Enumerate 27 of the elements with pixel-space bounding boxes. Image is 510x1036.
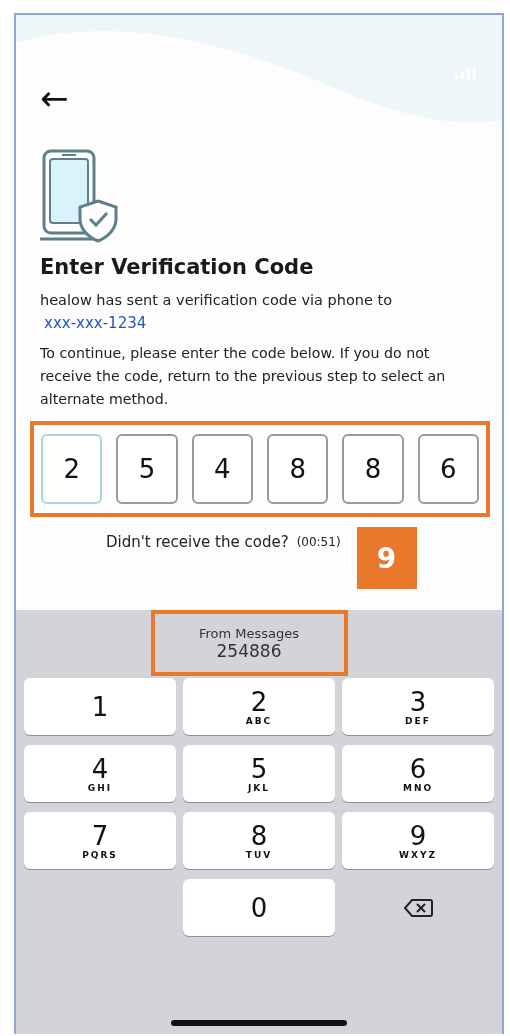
keypad-key[interactable]: 6 MNO xyxy=(342,745,494,802)
phone-number: xxx-xxx-1234 xyxy=(44,314,148,332)
code-digit-field[interactable]: 4 xyxy=(191,434,253,504)
keypad-key[interactable]: 5 JKL xyxy=(183,745,335,802)
keypad-key[interactable]: 4 GHI xyxy=(24,745,176,802)
back-button[interactable]: ← xyxy=(40,81,69,115)
step-badge: 9 xyxy=(356,527,417,589)
keypad-key[interactable]: 2 ABC xyxy=(183,678,335,735)
code-digit-field[interactable]: 2 xyxy=(41,434,103,504)
code-digit-field[interactable]: 8 xyxy=(342,434,404,504)
code-digit-field[interactable]: 6 xyxy=(417,434,479,504)
countdown-timer: (00:51) xyxy=(296,535,341,549)
keypad-key[interactable]: 7 PQRS xyxy=(24,812,176,869)
code-digit-field[interactable]: 8 xyxy=(267,434,329,504)
phone-shield-icon xyxy=(40,149,120,245)
suggestion-button[interactable]: From Messages 254886 xyxy=(150,610,348,676)
keypad-key[interactable]: 3 DEF xyxy=(342,678,494,735)
keypad-key[interactable]: 1 xyxy=(24,678,176,735)
sent-message: healow has sent a verification code via phone to xyxy=(40,291,394,310)
instructions: To continue, please enter the code below. If you do not receive the code, return to the previous step to select an alternate method. xyxy=(40,344,447,409)
keypad-key[interactable]: 0 xyxy=(183,879,335,936)
resend-prompt[interactable]: Didn't receive the code? xyxy=(106,533,289,551)
page-title: Enter Verification Code xyxy=(40,255,315,279)
backspace-icon xyxy=(403,897,433,918)
keypad-key[interactable]: 8 TUV xyxy=(183,812,335,869)
keypad-key[interactable]: 9 WXYZ xyxy=(342,812,494,869)
code-digit-field[interactable]: 5 xyxy=(116,434,178,504)
